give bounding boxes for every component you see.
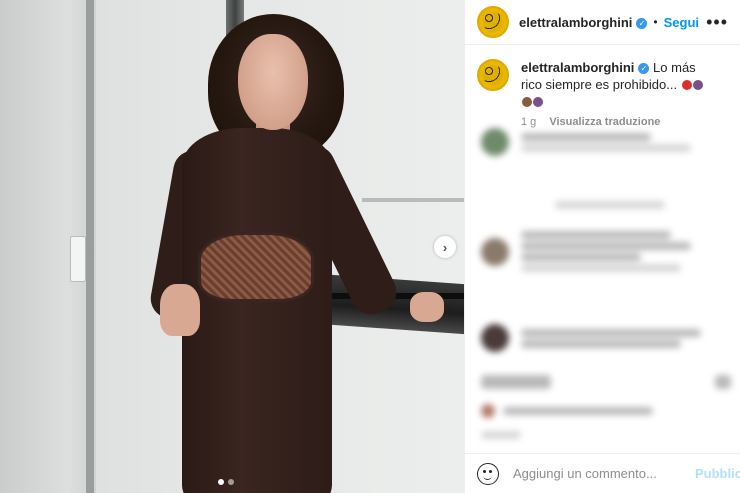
comment-avatar — [481, 237, 509, 266]
comment-line — [521, 143, 691, 152]
photo-light-switch — [70, 236, 86, 282]
caption-avatar[interactable] — [477, 59, 509, 91]
likes-line — [503, 407, 653, 415]
action-icons — [481, 375, 551, 389]
comment-row — [481, 324, 701, 352]
comment-line — [521, 132, 651, 141]
comment-line — [521, 328, 701, 337]
caption-username[interactable]: elettralamborghini ✓ — [521, 60, 650, 75]
carousel-dot-active — [218, 479, 224, 485]
comment-line — [521, 253, 641, 261]
photo-subject-hand-right — [410, 292, 444, 322]
likes-row — [481, 404, 653, 418]
header-separator: • — [653, 15, 658, 29]
header-username-text[interactable]: elettralamborghini — [519, 15, 632, 30]
comment-line — [521, 231, 671, 239]
emoji-icon — [533, 97, 543, 107]
emoji-icon — [692, 80, 703, 90]
comment-row — [481, 228, 691, 275]
carousel-dot — [228, 479, 234, 485]
more-options-icon[interactable]: ••• — [706, 13, 728, 31]
comment-composer: Pubblica — [465, 453, 740, 493]
carousel-next-button[interactable]: › — [434, 236, 456, 258]
blurred-comments — [465, 120, 740, 450]
comment-avatar — [481, 128, 509, 156]
comment-lines — [521, 326, 701, 351]
follow-button[interactable]: Segui — [664, 15, 699, 30]
comment-lines — [521, 228, 691, 275]
verified-badge-icon: ✓ — [636, 17, 648, 29]
comment-line — [521, 264, 681, 272]
comment-line — [555, 201, 665, 209]
carousel-indicator — [218, 479, 234, 485]
header-username[interactable]: elettralamborghini ✓ — [519, 15, 648, 30]
post-caption: elettralamborghini ✓ Lo más rico siempre … — [465, 45, 740, 131]
emoji-icon — [522, 97, 532, 107]
photo-subject-face — [238, 34, 308, 130]
verified-badge-icon: ✓ — [638, 63, 650, 75]
photo-door-frame — [86, 0, 94, 493]
photo-rail — [362, 198, 464, 202]
emoji-icon — [681, 80, 692, 90]
caption-username-text[interactable]: elettralamborghini — [521, 60, 634, 75]
comment-avatar — [481, 324, 509, 352]
comment-lines — [521, 130, 691, 155]
photo-subject-hand-left — [160, 284, 200, 336]
post-side-panel: elettralamborghini ✓ • Segui ••• elettral… — [464, 0, 740, 493]
emoji-icon[interactable] — [477, 462, 499, 485]
comment-input[interactable] — [513, 466, 689, 481]
save-icon — [715, 375, 731, 389]
date-line — [481, 431, 521, 439]
comment-row — [481, 128, 691, 156]
photo-subject-dress — [182, 128, 332, 493]
publish-button[interactable]: Pubblica — [695, 466, 740, 481]
likes-avatar — [481, 404, 495, 418]
comment-line — [521, 242, 691, 250]
chevron-right-icon: › — [442, 239, 448, 255]
avatar[interactable] — [477, 6, 509, 38]
post-header: elettralamborghini ✓ • Segui ••• — [465, 0, 740, 45]
comment-line — [521, 339, 681, 348]
photo-subject-lace — [198, 232, 314, 302]
post-photo[interactable]: › — [0, 0, 464, 493]
